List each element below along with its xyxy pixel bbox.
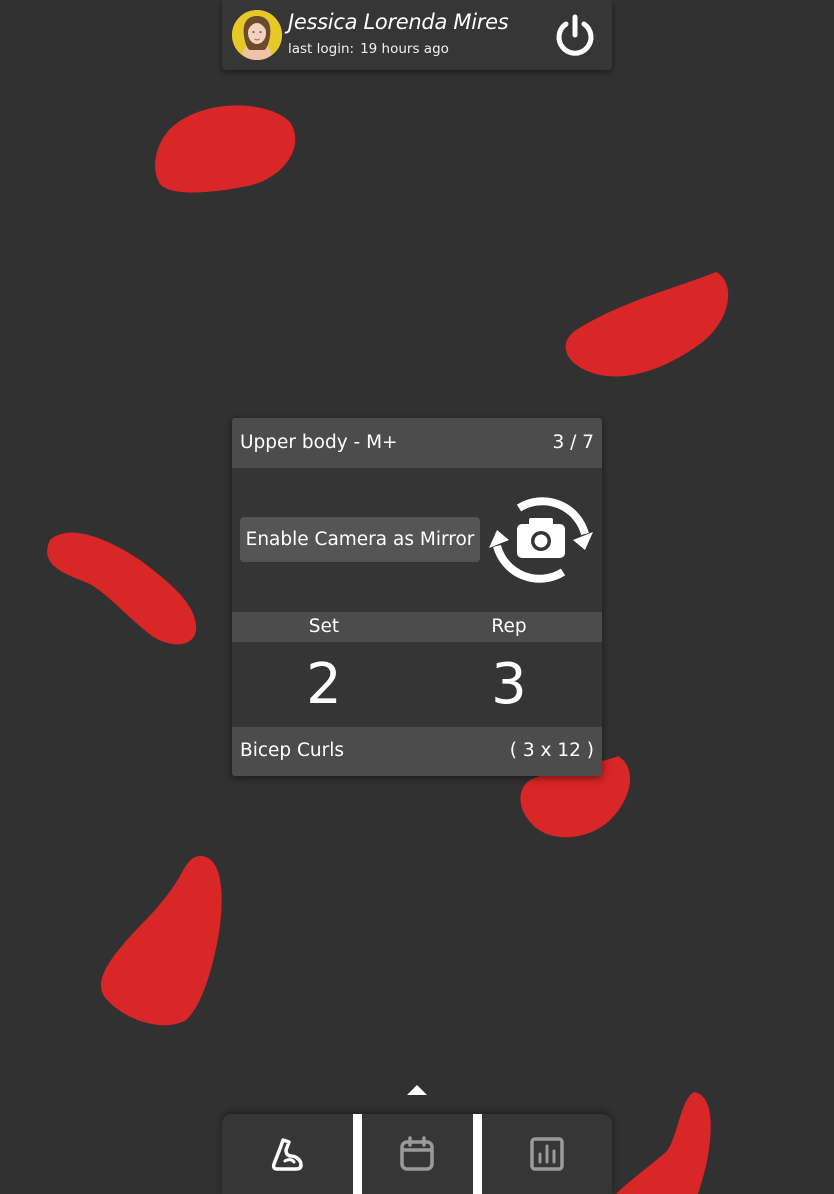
red-blob (155, 105, 296, 193)
set-value: 2 (306, 652, 342, 717)
red-blob (565, 272, 729, 377)
enable-camera-button[interactable]: Enable Camera as Mirror (240, 517, 480, 562)
exercise-footer: Bicep Curls ( 3 x 12 ) (232, 727, 602, 776)
tab-calendar[interactable] (362, 1114, 472, 1194)
logout-button[interactable] (552, 12, 598, 58)
nav-divider (473, 1114, 482, 1194)
avatar[interactable] (232, 10, 282, 60)
power-icon (556, 14, 594, 56)
set-label: Set (308, 616, 340, 637)
last-login: last login: 19 hours ago (288, 41, 449, 57)
calendar-icon (400, 1136, 434, 1171)
red-blob (100, 856, 222, 1026)
caret-up-icon (407, 1085, 427, 1095)
tab-workout[interactable] (222, 1114, 352, 1194)
bar-chart-icon (530, 1137, 564, 1171)
red-blob (616, 1092, 711, 1194)
last-login-value: 19 hours ago (360, 41, 449, 57)
flexed-arm-icon (271, 1138, 303, 1171)
user-name: Jessica Lorenda Mires (288, 10, 509, 34)
rep-label: Rep (491, 616, 527, 637)
workout-card: Upper body - M+ 3 / 7 Enable Camera as M… (232, 418, 602, 776)
user-header: Jessica Lorenda Mires last login: 19 hour… (222, 0, 612, 70)
bottom-nav (222, 1114, 612, 1194)
switch-camera-button[interactable] (489, 488, 593, 592)
camera-switch-icon (489, 497, 593, 583)
workout-header: Upper body - M+ 3 / 7 (232, 418, 602, 468)
counter-header: Set Rep (232, 612, 602, 642)
workout-progress: 3 / 7 (552, 432, 594, 453)
rep-value: 3 (491, 652, 527, 717)
red-blob (47, 532, 197, 645)
nav-toggle-button[interactable] (405, 1082, 429, 1096)
nav-divider (353, 1114, 362, 1194)
avatar-image (232, 10, 282, 60)
exercise-scheme: ( 3 x 12 ) (509, 740, 594, 761)
workout-title: Upper body - M+ (240, 432, 398, 453)
last-login-label: last login: (288, 41, 355, 57)
tab-stats[interactable] (482, 1114, 612, 1194)
exercise-name: Bicep Curls (240, 740, 345, 761)
